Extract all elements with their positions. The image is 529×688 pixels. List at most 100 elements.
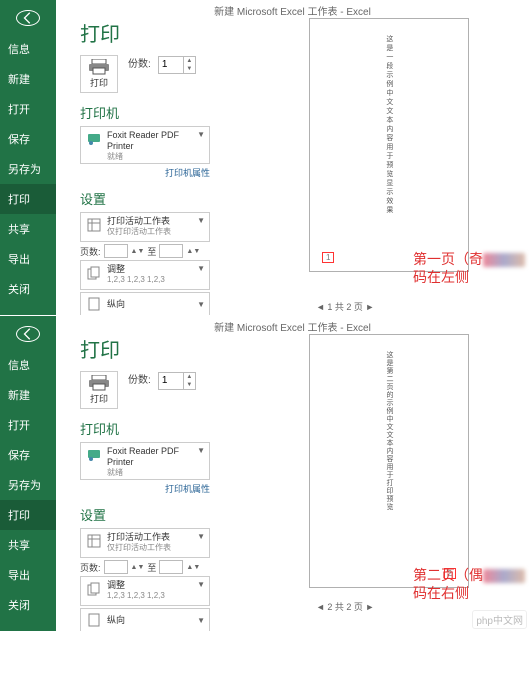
print-preview-page1: 这是一段示例中文文本内容用于预览显示效果 1 [309, 18, 469, 272]
spin-down-icon[interactable]: ▼ [183, 381, 195, 389]
preview-text: 这是一段示例中文文本内容用于预览显示效果 [384, 35, 394, 215]
nav-share[interactable]: 共享 [0, 530, 56, 560]
chevron-down-icon: ▼ [197, 130, 205, 139]
orientation-icon [85, 611, 103, 629]
nav-export[interactable]: 导出 [0, 244, 56, 274]
page-range-row: 页数: ▲▼ 至 ▲▼ [80, 560, 210, 574]
back-arrow-icon [21, 11, 35, 25]
printer-section-title: 打印机 [80, 103, 210, 122]
printer-properties-link[interactable]: 打印机属性 [80, 166, 210, 179]
print-button[interactable]: 打印 [80, 55, 118, 93]
print-title: 打印 [80, 334, 210, 363]
spin-up-icon[interactable]: ▲ [183, 373, 195, 381]
chevron-down-icon: ▼ [197, 580, 205, 589]
print-button-label: 打印 [90, 392, 108, 405]
collate-dropdown[interactable]: 调整1,2,3 1,2,3 1,2,3 ▼ [80, 576, 210, 606]
annotation-1: 第一页（奇 码在左侧 [409, 248, 529, 288]
printer-status: 就绪 [107, 468, 193, 478]
scope-sub: 仅打印活动工作表 [107, 543, 193, 553]
chevron-down-icon: ▼ [197, 446, 205, 455]
nav-close[interactable]: 关闭 [0, 590, 56, 620]
orientation-dropdown[interactable]: 纵向 ▼ [80, 292, 210, 315]
print-button-label: 打印 [90, 76, 108, 89]
page-nav[interactable]: ◄ 1 共 2 页 ► [316, 300, 374, 313]
print-panel: 打印 打印 份数: ▲▼ 打印机 Foxit Reader PDF Printe… [80, 18, 210, 315]
preview-text: 这是第二页的示例中文文本内容用于打印预览 [384, 351, 394, 511]
nav-save[interactable]: 保存 [0, 440, 56, 470]
nav-save[interactable]: 保存 [0, 124, 56, 154]
chevron-down-icon: ▼ [197, 532, 205, 541]
printer-properties-link[interactable]: 打印机属性 [80, 482, 210, 495]
page-to-input[interactable] [159, 560, 183, 574]
page-range-row: 页数: ▲▼ 至 ▲▼ [80, 244, 210, 258]
app-title: 新建 Microsoft Excel 工作表 - Excel [56, 316, 529, 336]
printer-section-title: 打印机 [80, 419, 210, 438]
nav-new[interactable]: 新建 [0, 64, 56, 94]
printer-device-icon [85, 446, 103, 464]
collate-dropdown[interactable]: 调整1,2,3 1,2,3 1,2,3 ▼ [80, 260, 210, 290]
page-from-input[interactable] [104, 560, 128, 574]
printer-name: Foxit Reader PDF Printer [107, 130, 193, 152]
back-arrow-icon [21, 327, 35, 341]
nav-info[interactable]: 信息 [0, 350, 56, 380]
sheet-icon [85, 532, 103, 550]
copies-input[interactable] [159, 57, 183, 73]
orientation-dropdown[interactable]: 纵向 ▼ [80, 608, 210, 631]
spin-down-icon[interactable]: ▼ [183, 65, 195, 73]
chevron-down-icon: ▼ [197, 300, 205, 309]
sidebar: 信息 新建 打开 保存 另存为 打印 共享 导出 关闭 帐户 选项 [0, 316, 56, 631]
nav-options[interactable]: 选项 [0, 658, 56, 688]
print-scope-dropdown[interactable]: 打印活动工作表仅打印活动工作表 ▼ [80, 528, 210, 558]
nav-open[interactable]: 打开 [0, 410, 56, 440]
orientation-label: 纵向 [107, 299, 193, 310]
back-button[interactable] [16, 326, 40, 342]
nav-new[interactable]: 新建 [0, 380, 56, 410]
nav-info[interactable]: 信息 [0, 34, 56, 64]
scope-label: 打印活动工作表 [107, 532, 193, 543]
nav-print[interactable]: 打印 [0, 500, 56, 530]
print-title: 打印 [80, 18, 210, 47]
page-to-input[interactable] [159, 244, 183, 258]
page-number-left: 1 [322, 252, 334, 263]
print-scope-dropdown[interactable]: 打印活动工作表仅打印活动工作表 ▼ [80, 212, 210, 242]
scope-sub: 仅打印活动工作表 [107, 227, 193, 237]
printer-dropdown[interactable]: Foxit Reader PDF Printer就绪 ▼ [80, 442, 210, 480]
collate-sub: 1,2,3 1,2,3 1,2,3 [107, 591, 193, 601]
print-button[interactable]: 打印 [80, 371, 118, 409]
watermark: php中文网 [472, 610, 527, 629]
page-nav[interactable]: ◄ 2 共 2 页 ► [316, 600, 374, 613]
page-to-label: 至 [147, 561, 156, 574]
collate-sub: 1,2,3 1,2,3 1,2,3 [107, 275, 193, 285]
printer-icon [89, 59, 109, 75]
annotation-2: 第二页（偶 码在右侧 [409, 564, 529, 604]
chevron-down-icon: ▼ [197, 264, 205, 273]
nav-share[interactable]: 共享 [0, 214, 56, 244]
copies-label: 份数: [128, 375, 151, 386]
back-button[interactable] [16, 10, 40, 26]
chevron-down-icon: ▼ [197, 616, 205, 625]
orientation-label: 纵向 [107, 615, 193, 626]
orientation-icon [85, 295, 103, 313]
nav-export[interactable]: 导出 [0, 560, 56, 590]
nav-close[interactable]: 关闭 [0, 274, 56, 304]
nav-saveas[interactable]: 另存为 [0, 470, 56, 500]
page-to-label: 至 [147, 245, 156, 258]
nav-print[interactable]: 打印 [0, 184, 56, 214]
nav-saveas[interactable]: 另存为 [0, 154, 56, 184]
collate-icon [85, 264, 103, 282]
page-from-input[interactable] [104, 244, 128, 258]
collate-label: 调整 [107, 580, 193, 591]
app-title: 新建 Microsoft Excel 工作表 - Excel [56, 0, 529, 20]
main-area: 新建 Microsoft Excel 工作表 - Excel 打印 打印 份数:… [56, 316, 529, 631]
copies-spinner[interactable]: ▲▼ [158, 372, 196, 390]
copies-spinner[interactable]: ▲▼ [158, 56, 196, 74]
printer-device-icon [85, 130, 103, 148]
page-range-label: 页数: [80, 561, 101, 574]
page-range-label: 页数: [80, 245, 101, 258]
nav-open[interactable]: 打开 [0, 94, 56, 124]
printer-dropdown[interactable]: Foxit Reader PDF Printer就绪 ▼ [80, 126, 210, 164]
collate-icon [85, 580, 103, 598]
spin-up-icon[interactable]: ▲ [183, 57, 195, 65]
copies-input[interactable] [159, 373, 183, 389]
sheet-icon [85, 216, 103, 234]
